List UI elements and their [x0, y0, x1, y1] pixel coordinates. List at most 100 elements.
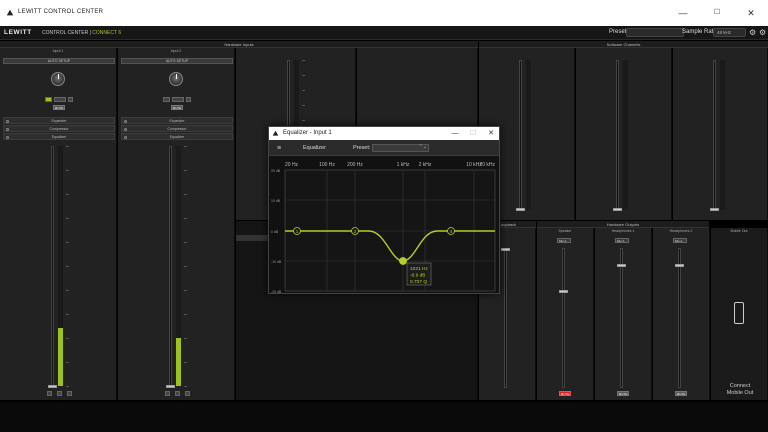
loopback-fader[interactable]: [504, 248, 507, 388]
headphones-1-source-select[interactable]: Mix A: [615, 238, 629, 243]
headphones-2-strip: Headphones 2 Mix A MUTE: [653, 228, 710, 400]
software-channel-3: [673, 48, 768, 220]
eq-preset-select[interactable]: [372, 144, 429, 152]
power-icon[interactable]: [6, 119, 9, 123]
software-channel-2-fader-cap[interactable]: [613, 208, 622, 211]
fx-label: Expander: [169, 119, 185, 123]
meter-tick: [66, 362, 69, 363]
equalizer-dialog-title-bar: Equalizer - Input 1 — ☐ ✕: [269, 127, 499, 140]
input-2-gain-knob[interactable]: [169, 72, 183, 86]
eq-tooltip-value: -6.9 dB: [410, 273, 425, 279]
input-2-mute-button[interactable]: MUTE: [171, 105, 183, 110]
input-1-fader[interactable]: [51, 146, 54, 386]
brand-subtitle: CONTROL CENTER | CONNECT 6: [42, 30, 121, 36]
meter-tick: [184, 146, 187, 147]
fx-label: Equalizer: [51, 135, 67, 139]
meter-tick: [184, 218, 187, 219]
eq-close-button[interactable]: ✕: [483, 128, 499, 139]
software-channel-3-fader[interactable]: [713, 60, 716, 210]
headphones-2-fader[interactable]: [678, 248, 681, 388]
eq-tooltip-value: 0.707 Q: [410, 279, 427, 285]
input-1-mute-button[interactable]: MUTE: [53, 105, 65, 110]
brand-subtitle-text: CONTROL CENTER |: [42, 30, 91, 36]
input-1-route-button[interactable]: [67, 391, 72, 396]
meter-tick: [184, 362, 187, 363]
power-icon[interactable]: [124, 119, 127, 123]
usb-cable-icon: [734, 302, 744, 324]
speaker-fader[interactable]: [562, 248, 565, 388]
headphones-1-fader-cap[interactable]: [617, 264, 626, 267]
eq-band-3-handle[interactable]: [399, 257, 407, 265]
meter-tick: [302, 75, 305, 76]
meter-tick: [302, 60, 305, 61]
input-1-solo-button[interactable]: [47, 391, 52, 396]
speaker-fader-cap[interactable]: [559, 290, 568, 293]
eq-gain-label: -10 dB: [271, 260, 282, 264]
sample-rate-select[interactable]: 48 kHz: [713, 28, 746, 37]
input-1-compressor-row[interactable]: Compressor: [3, 125, 115, 132]
power-icon[interactable]: [124, 135, 127, 139]
speaker-title: Speaker: [558, 229, 572, 233]
headphones-1-fader[interactable]: [620, 248, 623, 388]
input-2-polarity-button[interactable]: [172, 97, 184, 102]
software-channel-3-fader-cap[interactable]: [710, 208, 719, 211]
meter-tick: [66, 314, 69, 315]
menu-icon[interactable]: ≡: [277, 145, 281, 152]
input-1-phantom-button[interactable]: [45, 97, 52, 102]
input-2-equalizer-row[interactable]: Equalizer: [121, 133, 233, 140]
eq-freq-label: 20 kHz: [479, 162, 495, 168]
software-channel-1-fader-cap[interactable]: [516, 208, 525, 211]
power-icon[interactable]: [124, 127, 127, 131]
eq-maximize-button[interactable]: ☐: [465, 128, 481, 139]
software-channel-1-fader[interactable]: [519, 60, 522, 210]
input-1-expander-row[interactable]: Expander: [3, 117, 115, 124]
input-2-phantom-button[interactable]: [163, 97, 170, 102]
software-channel-2-fader[interactable]: [616, 60, 619, 210]
power-icon[interactable]: [6, 135, 9, 139]
input-1-fader-cap[interactable]: [48, 385, 57, 388]
input-2-compressor-row[interactable]: Compressor: [121, 125, 233, 132]
preset-select[interactable]: [626, 28, 684, 37]
input-1-equalizer-row[interactable]: Equalizer: [3, 133, 115, 140]
loopback-fader-cap[interactable]: [501, 248, 510, 251]
equalizer-name: Equalizer: [303, 145, 326, 151]
headphones-2-mute-button[interactable]: MUTE: [675, 391, 687, 396]
maximize-button[interactable]: ☐: [704, 5, 730, 21]
close-button[interactable]: ✕: [738, 5, 764, 21]
input-1-pad-button[interactable]: [68, 97, 73, 102]
eq-preset-label: Preset:: [353, 145, 371, 151]
input-2-fader[interactable]: [169, 146, 172, 386]
equalizer-dialog: Equalizer - Input 1 — ☐ ✕ ≡ Equalizer Pr…: [268, 126, 500, 294]
eq-minimize-button[interactable]: —: [447, 128, 463, 139]
eq-gain-label: 0 dB: [271, 230, 279, 234]
speaker-mute-button[interactable]: MUTE: [559, 391, 571, 396]
speaker-source-select[interactable]: Mix A: [557, 238, 571, 243]
input-2-level-meter: [176, 146, 181, 386]
headphones-2-fader-cap[interactable]: [675, 264, 684, 267]
equalizer-dialog-title: Equalizer - Input 1: [283, 130, 332, 136]
meter-tick: [66, 386, 69, 387]
meter-tick: [66, 338, 69, 339]
input-2-expander-row[interactable]: Expander: [121, 117, 233, 124]
settings-gear-icon[interactable]: ⚙: [749, 28, 756, 37]
headphones-1-mute-button[interactable]: MUTE: [617, 391, 629, 396]
input-2-strip: Input 2 AUTO SETUP MUTE Expander Compres…: [118, 48, 235, 400]
power-icon[interactable]: [6, 127, 9, 131]
input-2-fader-cap[interactable]: [166, 385, 175, 388]
input-2-solo-button[interactable]: [165, 391, 170, 396]
input-1-polarity-button[interactable]: [54, 97, 66, 102]
options-gear-icon[interactable]: ⚙: [759, 28, 766, 37]
meter-tick: [184, 194, 187, 195]
device-name: CONNECT 6: [92, 30, 122, 36]
input-1-gain-knob[interactable]: [51, 72, 65, 86]
input-2-auto-setup-button[interactable]: AUTO SETUP: [121, 58, 233, 64]
eq-graph[interactable]: 20 Hz 100 Hz 200 Hz 1 kHz 2 kHz 10 kHz20 kHz2…: [269, 157, 501, 295]
lewitt-logo-icon: [6, 9, 14, 16]
input-2-link-button[interactable]: [175, 391, 180, 396]
headphones-2-source-select[interactable]: Mix A: [673, 238, 687, 243]
input-2-pad-button[interactable]: [186, 97, 191, 102]
input-2-route-button[interactable]: [185, 391, 190, 396]
input-1-link-button[interactable]: [57, 391, 62, 396]
minimize-button[interactable]: —: [670, 5, 696, 21]
input-1-auto-setup-button[interactable]: AUTO SETUP: [3, 58, 115, 64]
